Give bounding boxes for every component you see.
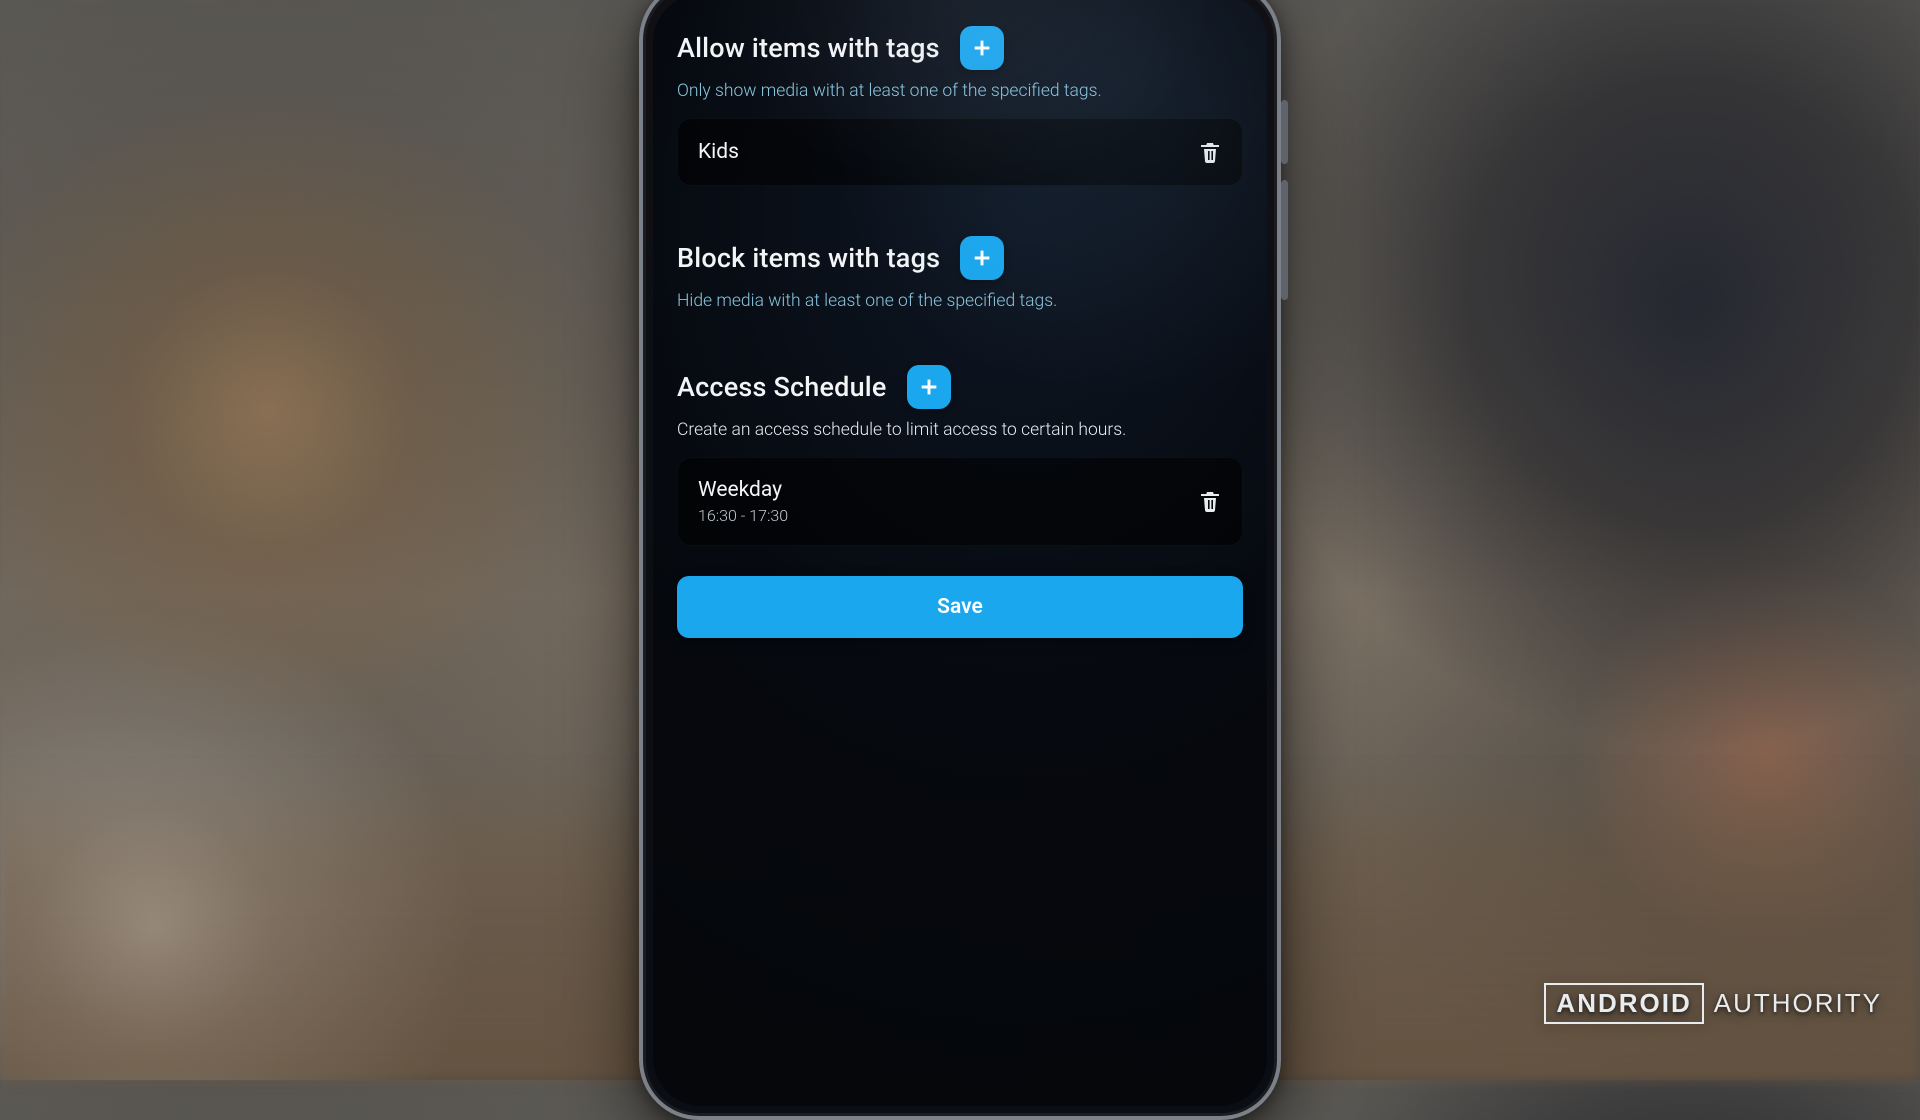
phone-frame: Allow items with tags Only show media wi… — [639, 0, 1281, 1120]
block-tags-section: Block items with tags Hide media with at… — [677, 228, 1243, 328]
watermark: ANDROID AUTHORITY — [1544, 983, 1882, 1024]
allow-tags-section: Allow items with tags Only show media wi… — [677, 18, 1243, 198]
tag-label: Kids — [698, 140, 739, 164]
phone-side-button — [1281, 180, 1288, 300]
access-schedule-hint: Create an access schedule to limit acces… — [677, 419, 1243, 443]
access-schedule-title: Access Schedule — [677, 371, 887, 403]
allow-tag-item[interactable]: Kids — [677, 118, 1243, 186]
section-header: Allow items with tags — [677, 26, 1243, 70]
watermark-brand-boxed: ANDROID — [1544, 983, 1703, 1024]
schedule-time: 16:30 - 17:30 — [698, 506, 788, 525]
plus-icon — [971, 37, 993, 59]
section-header: Access Schedule — [677, 365, 1243, 409]
block-tags-hint: Hide media with at least one of the spec… — [677, 290, 1243, 314]
add-schedule-button[interactable] — [907, 365, 951, 409]
add-allow-tag-button[interactable] — [960, 26, 1004, 70]
add-block-tag-button[interactable] — [960, 236, 1004, 280]
plus-icon — [971, 247, 993, 269]
trash-icon[interactable] — [1198, 139, 1222, 165]
phone-screen: Allow items with tags Only show media wi… — [653, 0, 1267, 1106]
allow-tags-hint: Only show media with at least one of the… — [677, 80, 1243, 104]
trash-icon[interactable] — [1198, 488, 1222, 514]
schedule-label: Weekday — [698, 478, 788, 502]
watermark-brand-rest: AUTHORITY — [1714, 988, 1882, 1019]
phone-side-button — [1281, 100, 1288, 164]
schedule-item[interactable]: Weekday 16:30 - 17:30 — [677, 457, 1243, 546]
section-header: Block items with tags — [677, 236, 1243, 280]
block-tags-title: Block items with tags — [677, 242, 940, 274]
allow-tags-title: Allow items with tags — [677, 32, 940, 64]
plus-icon — [918, 376, 940, 398]
save-button[interactable]: Save — [677, 576, 1243, 638]
access-schedule-section: Access Schedule Create an access schedul… — [677, 357, 1243, 558]
